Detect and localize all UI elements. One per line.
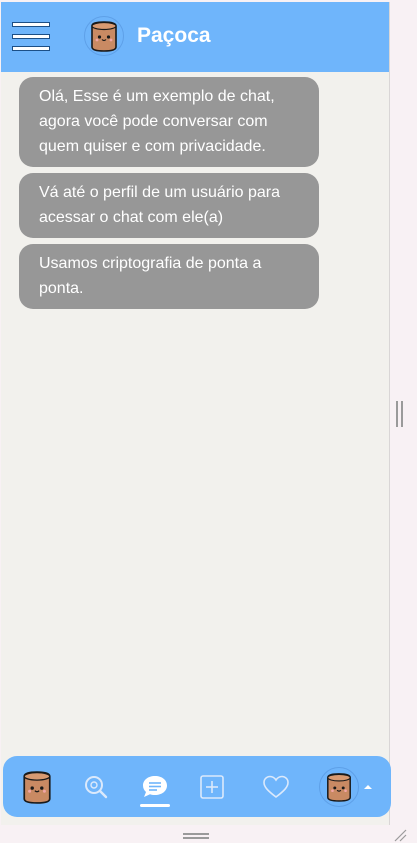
app-title: Paçoca [137,24,211,47]
chat-message: Usamos criptografia de ponta a ponta. [19,244,319,309]
chat-message: Vá até o perfil de um usuário para acess… [19,173,319,238]
nav-create[interactable] [197,756,227,817]
horizontal-resize-handle[interactable] [183,833,209,839]
hamburger-menu-button[interactable] [12,22,50,52]
top-header: Paçoca [1,2,389,72]
chat-message-list: Olá, Esse é um exemplo de chat, agora vo… [19,77,319,315]
nav-home[interactable] [17,756,57,817]
add-square-icon [200,774,224,799]
avatar-icon [327,772,351,802]
bottom-navigation-bar [3,756,391,817]
nav-favorites[interactable] [260,756,292,817]
nav-profile-menu[interactable] [315,756,377,817]
avatar [319,766,359,807]
nav-search[interactable] [80,756,112,817]
hamburger-menu-icon-bar [12,22,50,27]
vertical-resize-handle[interactable] [396,401,404,427]
nav-chat[interactable] [137,756,173,817]
heart-icon [263,775,289,798]
pacoca-mascot-icon [91,21,117,52]
resize-corner-icon[interactable] [393,828,407,842]
caret-up-icon [364,784,372,789]
app-logo[interactable] [84,16,124,56]
chat-message: Olá, Esse é um exemplo de chat, agora vo… [19,77,319,167]
active-tab-indicator [140,804,170,807]
app-window: Paçoca Olá, Esse é um exemplo de chat, a… [1,2,391,825]
chat-bubble-icon [143,775,167,797]
pacoca-mascot-icon [23,770,51,804]
hamburger-menu-icon-bar [12,46,50,51]
hamburger-menu-icon-bar [12,34,50,39]
search-icon [85,775,108,798]
